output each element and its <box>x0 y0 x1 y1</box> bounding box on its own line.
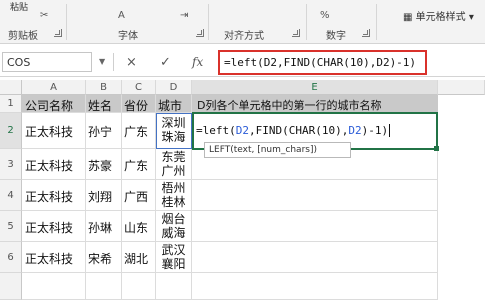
header-cell-company[interactable]: 公司名称 <box>22 95 86 113</box>
table-cell-empty[interactable] <box>122 273 156 300</box>
name-box[interactable]: COS <box>2 52 92 72</box>
table-cell-result[interactable] <box>192 180 438 211</box>
header-company-text: 公司名称 <box>25 99 74 113</box>
select-all-corner[interactable] <box>0 80 22 95</box>
row-header-2[interactable]: 2 <box>0 113 22 149</box>
cell-style-button[interactable]: ▦ 单元格样式 ▾ <box>403 8 474 23</box>
formula-bar: COS ▼ × ✓ fx =left(D2,FIND(CHAR(10),D2)-… <box>0 45 485 77</box>
row-header-4[interactable]: 4 <box>0 180 22 211</box>
cancel-icon[interactable]: × <box>126 55 137 70</box>
table-cell-empty[interactable] <box>22 273 86 300</box>
enter-icon[interactable]: ✓ <box>160 55 171 70</box>
cut-icon[interactable]: ✂ <box>40 10 48 22</box>
formula-bar-divider <box>113 53 114 71</box>
fill-handle[interactable] <box>434 146 439 151</box>
table-cell-company[interactable]: 正太科技 <box>22 242 86 273</box>
table-cell-result[interactable] <box>192 242 438 273</box>
ribbon-divider <box>208 4 209 40</box>
indent-icon[interactable]: ⇥ <box>180 10 188 22</box>
table-cell-company[interactable]: 正太科技 <box>22 113 86 149</box>
text-cursor: ​ <box>389 124 391 137</box>
chevron-down-icon[interactable]: ▼ <box>99 57 105 66</box>
table-cell-company[interactable]: 正太科技 <box>22 211 86 242</box>
font-color-icon[interactable]: A <box>118 10 125 22</box>
table-cell-city[interactable]: 烟台 威海 <box>156 211 192 242</box>
table-cell-result[interactable] <box>192 211 438 242</box>
header-city-text: 城市 <box>158 99 183 113</box>
row-header-1[interactable]: 1 <box>0 95 22 113</box>
column-header-c[interactable]: C <box>122 80 156 95</box>
table-cell-name[interactable]: 孙琳 <box>86 211 122 242</box>
header-cell-city[interactable]: 城市 <box>156 95 192 113</box>
table-cell-city[interactable]: 梧州 桂林 <box>156 180 192 211</box>
table-cell-name[interactable]: 苏豪 <box>86 149 122 180</box>
font-group-label: 字体 <box>118 31 138 42</box>
table-cell-province[interactable]: 广西 <box>122 180 156 211</box>
table-cell-province[interactable]: 山东 <box>122 211 156 242</box>
header-result-text: D列各个单元格中的第一行的城市名称 <box>197 99 382 112</box>
function-tooltip[interactable]: LEFT(text, [num_chars]) <box>204 142 351 158</box>
d2-reference-highlight <box>156 113 192 149</box>
header-cell-result[interactable]: D列各个单元格中的第一行的城市名称 <box>192 95 438 113</box>
table-cell-empty[interactable] <box>156 273 192 300</box>
header-cell-province[interactable]: 省份 <box>122 95 156 113</box>
ribbon-divider <box>376 4 377 40</box>
row-header-7[interactable] <box>0 273 22 300</box>
table-cell-empty[interactable] <box>192 273 438 300</box>
font-launcher-icon[interactable] <box>196 29 204 37</box>
table-cell-name[interactable]: 刘翔 <box>86 180 122 211</box>
table-cell-name[interactable]: 孙宁 <box>86 113 122 149</box>
active-cell-formula: =left(D2,FIND(CHAR(10),D2)-1)​ <box>196 124 391 137</box>
row-header-5[interactable]: 5 <box>0 211 22 242</box>
percent-icon[interactable]: % <box>320 10 330 22</box>
header-name-text: 姓名 <box>88 99 113 113</box>
row-header-3[interactable]: 3 <box>0 149 22 180</box>
table-cell-province[interactable]: 湖北 <box>122 242 156 273</box>
alignment-group-label: 对齐方式 <box>224 31 264 42</box>
column-header-a[interactable]: A <box>22 80 86 95</box>
ribbon-divider <box>306 4 307 40</box>
insert-function-icon[interactable]: fx <box>192 55 203 69</box>
ribbon-divider <box>66 4 67 40</box>
column-header-d[interactable]: D <box>156 80 192 95</box>
formula-ref-d2: D2 <box>348 124 362 137</box>
clipboard-launcher-icon[interactable] <box>54 29 62 37</box>
table-cell-company[interactable]: 正太科技 <box>22 180 86 211</box>
paste-button[interactable]: 粘贴 <box>10 0 28 14</box>
header-province-text: 省份 <box>124 99 149 113</box>
table-cell-city[interactable]: 东莞 广州 <box>156 149 192 180</box>
header-cell-name[interactable]: 姓名 <box>86 95 122 113</box>
number-group-label: 数字 <box>326 31 346 42</box>
table-cell-company[interactable]: 正太科技 <box>22 149 86 180</box>
table-cell-empty[interactable] <box>86 273 122 300</box>
worksheet-grid: A B C D E 1 2 3 4 5 6 公司名称 姓名 省份 城市 D列各个… <box>0 80 485 300</box>
formula-ref-d2: D2 <box>235 124 249 137</box>
column-header-f[interactable] <box>438 80 485 95</box>
ribbon: 粘贴 ✂ A ⇥ % ▦ 单元格样式 ▾ 剪贴板 字体 对齐方式 数字 <box>0 0 485 44</box>
formula-input[interactable]: =left(D2,FIND(CHAR(10),D2)-1) <box>218 50 427 75</box>
column-header-b[interactable]: B <box>86 80 122 95</box>
formula-text: =left(D2,FIND(CHAR(10),D2)-1) <box>224 56 417 69</box>
table-cell-city[interactable]: 武汉 襄阳 <box>156 242 192 273</box>
number-launcher-icon[interactable] <box>362 29 370 37</box>
clipboard-group-label: 剪贴板 <box>8 31 38 42</box>
row-header-6[interactable]: 6 <box>0 242 22 273</box>
table-cell-province[interactable]: 广东 <box>122 149 156 180</box>
table-cell-province[interactable]: 广东 <box>122 113 156 149</box>
column-header-e[interactable]: E <box>192 80 438 95</box>
tooltip-text: LEFT(text, [num_chars]) <box>209 145 317 155</box>
alignment-launcher-icon[interactable] <box>292 29 300 37</box>
table-cell-name[interactable]: 宋希 <box>86 242 122 273</box>
cell-style-label: 单元格样式 <box>415 12 466 23</box>
